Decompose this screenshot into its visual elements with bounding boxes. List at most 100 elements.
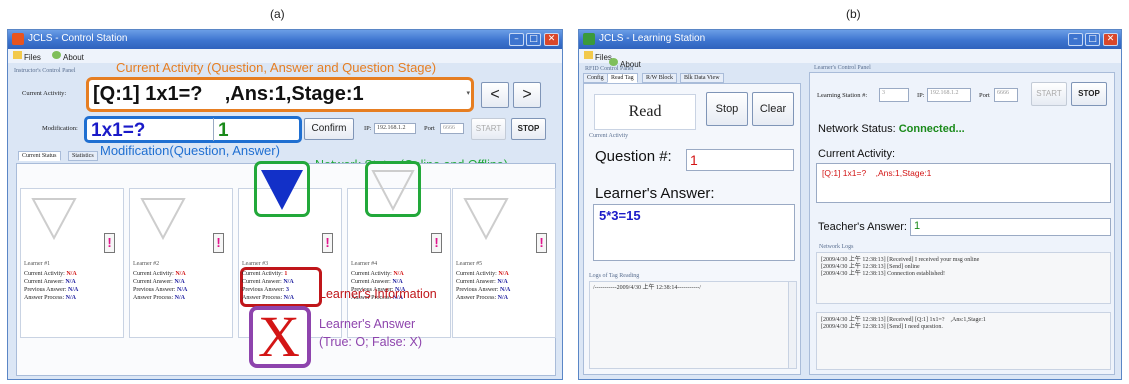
log-line: [2009/4/30 上午 12:38:13] [Received] [Q:1]…: [821, 317, 986, 323]
question-field[interactable]: 1: [686, 149, 794, 171]
mod-question-input[interactable]: 1x1=?: [91, 120, 145, 142]
learner-card-5: ! Learner #5 Current Activity: N/A Curre…: [452, 188, 556, 338]
learner-name: Learner #1: [24, 261, 51, 267]
learning-station-window: JCLS - Learning Station – □ ✕ Files Abou…: [578, 29, 1122, 380]
tag-logs-title: Logs of Tag Reading: [589, 273, 640, 279]
maximize-icon[interactable]: □: [526, 33, 541, 46]
read-status-display: Read: [594, 94, 696, 130]
port-field[interactable]: 6666: [440, 123, 464, 134]
answer-result-box: X: [249, 306, 311, 368]
field-divider: [213, 118, 214, 141]
mod-answer-input[interactable]: 1: [218, 120, 229, 142]
learner-info: Current Activity: N/A Current Answer: N/…: [456, 271, 511, 301]
annot-modification: Modification(Question, Answer): [100, 143, 280, 158]
alert-icon[interactable]: !: [104, 233, 115, 253]
learner-card-2: ! Learner #2 Current Activity: N/A Curre…: [129, 188, 233, 338]
log-line: [2009/4/30 上午 12:38:13] [Send] online: [821, 264, 920, 270]
tab-statistics[interactable]: Statistics: [68, 151, 98, 161]
menu-about[interactable]: About: [52, 51, 84, 62]
online-triangle-icon: [261, 170, 303, 210]
network-status-row: Network Status: Connected...: [818, 123, 965, 135]
offline-triangle-icon: [31, 198, 77, 241]
next-button[interactable]: >: [513, 82, 541, 108]
offline-triangle-icon: [140, 198, 186, 241]
previous-button[interactable]: <: [481, 82, 509, 108]
modification-group: 1x1=? 1: [84, 116, 302, 143]
control-window-title: JCLS - Control Station: [28, 33, 128, 44]
tab-rw-block[interactable]: R/W Block: [642, 73, 678, 83]
annot-learners-answer: Learner's Answer: [319, 317, 416, 331]
modification-label: Modification:: [42, 125, 78, 132]
tab-blk-data-view[interactable]: Blk Data View: [680, 73, 724, 83]
alert-icon[interactable]: !: [322, 233, 333, 253]
learner-name: Learner #4: [351, 261, 378, 267]
menu-files[interactable]: Files: [584, 51, 612, 62]
log-line: [2009/4/30 上午 12:38:13] Connection estab…: [821, 271, 945, 277]
current-activity-label: Current Activity:: [22, 90, 67, 97]
control-station-window: JCLS - Control Station – □ ✕ Files About…: [7, 29, 563, 380]
learner-info: Current Activity: 1 Current Answer: N/A …: [242, 271, 295, 301]
close-icon[interactable]: ✕: [1103, 33, 1118, 46]
current-activity-label: Current Activity:: [818, 148, 896, 160]
alert-icon[interactable]: !: [536, 233, 547, 253]
network-logs-title: Network Logs: [819, 244, 854, 250]
learner-info: Current Activity: N/A Current Answer: N/…: [133, 271, 188, 301]
station-field[interactable]: 3: [879, 88, 909, 102]
teachers-answer-field[interactable]: 1: [910, 218, 1111, 236]
learners-answer-field[interactable]: 5*3=15: [593, 204, 795, 261]
teachers-answer-label: Teacher's Answer:: [818, 221, 907, 233]
app-icon: [583, 33, 595, 45]
alert-icon[interactable]: !: [213, 233, 224, 253]
network-log-box-1[interactable]: [2009/4/30 上午 12:38:13] [Received] I rec…: [816, 252, 1111, 304]
current-activity-field[interactable]: [Q:1] 1x1=? ,Ans:1,Stage:1: [816, 163, 1111, 203]
learner-card-4: ! Learner #4 Current Activity: N/A Curre…: [347, 161, 451, 338]
menu-files[interactable]: Files: [13, 51, 41, 62]
alert-icon[interactable]: !: [431, 233, 442, 253]
app-icon: [12, 33, 24, 45]
station-label: Learning Station #:: [817, 92, 868, 99]
tab-current-status[interactable]: Current Status: [18, 151, 61, 161]
folder-icon: [13, 51, 22, 59]
ip-field[interactable]: 192.168.1.2: [927, 88, 971, 102]
rfid-panel-title: RFID Control Panel: [585, 66, 634, 72]
log-line: [2009/4/30 上午 12:38:13] [Send] I need qu…: [821, 324, 943, 330]
chevron-down-icon: ▾: [466, 89, 470, 97]
instructor-panel-title: Instructor's Control Panel: [14, 68, 76, 74]
close-icon[interactable]: ✕: [544, 33, 559, 46]
learning-menubar: Files About: [579, 49, 1121, 69]
tag-log-box[interactable]: /-----------2009/4/30 上午 12:38:14-------…: [589, 281, 797, 369]
offline-triangle-icon: [371, 170, 415, 211]
current-activity-group-title: Current Activity: [589, 133, 629, 139]
start-button[interactable]: START: [471, 118, 506, 140]
minimize-icon[interactable]: –: [1068, 33, 1083, 46]
port-label: Port: [424, 125, 435, 132]
port-field[interactable]: 6666: [994, 88, 1018, 102]
annot-current-activity: Current Activity (Question, Answer and Q…: [116, 60, 437, 75]
learning-window-title: JCLS - Learning Station: [599, 33, 706, 44]
stop-button[interactable]: STOP: [511, 118, 546, 140]
offline-triangle-icon: [463, 198, 509, 241]
learning-titlebar: JCLS - Learning Station – □ ✕: [579, 30, 1121, 49]
minimize-icon[interactable]: –: [509, 33, 524, 46]
learner-panel-title: Learner's Control Panel: [814, 65, 871, 71]
folder-icon: [584, 51, 593, 59]
annot-learners-information: Learner's Information: [319, 287, 437, 301]
tab-read-tag[interactable]: Read Tag: [607, 73, 638, 83]
tab-config[interactable]: Config: [583, 73, 608, 83]
stop-read-button[interactable]: Stop: [706, 92, 748, 126]
clear-button[interactable]: Clear: [752, 92, 794, 126]
ip-field[interactable]: 192.168.1.2: [374, 123, 416, 134]
wrong-answer-x-icon: X: [258, 304, 300, 369]
learner-card-1: ! Learner #1 Current Activity: N/A Curre…: [20, 188, 124, 338]
port-label: Port: [979, 92, 990, 99]
scrollbar[interactable]: [788, 282, 796, 368]
confirm-button[interactable]: Confirm: [304, 118, 354, 140]
learner-name: Learner #5: [456, 261, 483, 267]
maximize-icon[interactable]: □: [1085, 33, 1100, 46]
current-activity-select[interactable]: [Q:1] 1x1=? ,Ans:1,Stage:1 ▾: [86, 77, 474, 112]
network-log-box-2[interactable]: [2009/4/30 上午 12:38:13] [Received] [Q:1]…: [816, 312, 1111, 370]
stop-button[interactable]: STOP: [1071, 82, 1107, 106]
learner-name: Learner #2: [133, 261, 160, 267]
start-button[interactable]: START: [1031, 82, 1067, 106]
about-icon: [52, 51, 61, 59]
